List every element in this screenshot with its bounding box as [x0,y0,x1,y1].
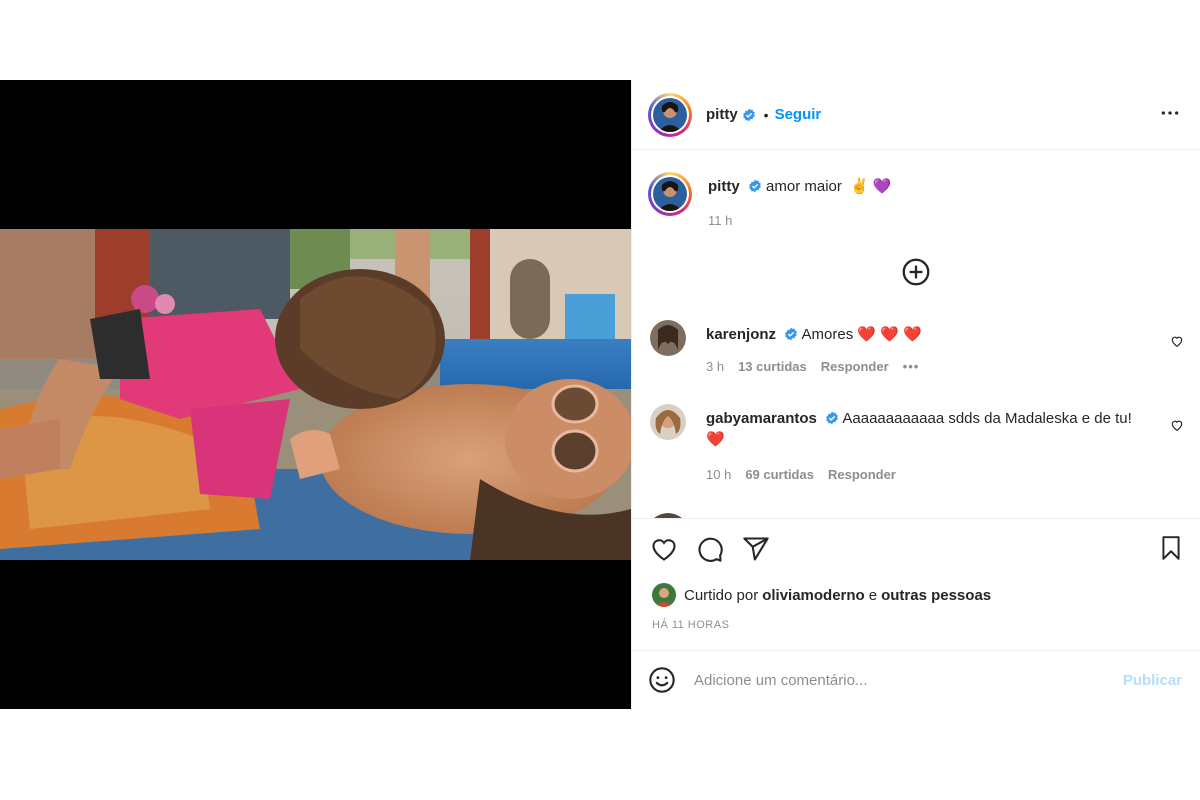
plus-circle-icon[interactable] [902,258,930,286]
commenter-avatar[interactable] [650,404,686,440]
liked-by-others[interactable]: outras pessoas [881,587,991,604]
comment-meta: 3 h 13 curtidas Responder ••• [706,359,1146,374]
comment-username[interactable]: gabyamarantos [706,410,817,427]
post-sidebar: pitty • Seguir pitty amor maior ✌️ 💜 11 … [631,80,1200,709]
liker-avatar[interactable] [652,583,676,607]
liked-by-connector: e [868,586,878,604]
caption-body: amor maior [766,178,842,195]
verified-badge-icon [749,179,761,193]
post-header: pitty • Seguir [632,80,1200,150]
heart-outline-icon[interactable] [650,535,678,563]
comment-emojis: ❤️ ❤️ ❤️ [857,326,922,343]
caption-username[interactable]: pitty [708,178,740,195]
caption-time: 11 h [708,213,733,228]
caption-text: pitty amor maior ✌️ 💜 [708,178,892,196]
liked-by-prefix: Curtido por [684,586,759,604]
comment-text: karenjonz Amores ❤️ ❤️ ❤️ [706,324,1146,345]
reply-button[interactable]: Responder [828,467,896,482]
post-actions: Curtido por oliviamoderno e outras pesso… [632,518,1200,607]
heart-outline-icon[interactable] [1170,418,1184,432]
comment-body: Amores [801,326,854,343]
comment-likes[interactable]: 13 curtidas [738,359,807,374]
caption-emojis: ✌️ 💜 [850,178,892,195]
comment-bubble-icon[interactable] [696,535,724,563]
paper-plane-icon[interactable] [742,535,770,563]
liked-by-user[interactable]: oliviamoderno [762,587,865,604]
publish-button[interactable]: Publicar [1123,672,1182,689]
comment-body: Aaaaaaaaaaaa sdds da Madaleska e de tu! [842,410,1132,427]
comment-text: gabyamarantos Aaaaaaaaaaaa sdds da Madal… [706,408,1146,450]
follow-button[interactable]: Seguir [775,106,822,123]
heart-outline-icon[interactable] [1170,334,1184,348]
reply-button[interactable]: Responder [821,359,889,374]
commenter-avatar[interactable] [650,320,686,356]
comment-options-button[interactable]: ••• [903,359,920,374]
comments-list[interactable]: pitty amor maior ✌️ 💜 11 h karenjonz Amo… [632,150,1200,518]
comment-input[interactable] [694,671,1094,689]
post-caption: pitty amor maior ✌️ 💜 11 h [648,172,1184,228]
comment-username[interactable]: karenjonz [706,326,776,343]
add-comment-bar: Publicar [632,650,1200,709]
caption-avatar[interactable] [648,172,692,216]
post-timestamp[interactable]: HÁ 11 HORAS [652,619,729,631]
verified-badge-icon [785,327,798,341]
smiley-icon[interactable] [648,666,676,694]
header-separator: • [763,106,769,123]
post-media[interactable] [0,80,631,709]
comment-item: gabyamarantos Aaaaaaaaaaaa sdds da Madal… [650,404,1184,482]
comment-meta: 10 h 69 curtidas Responder [706,467,1146,482]
instagram-post: pitty • Seguir pitty amor maior ✌️ 💜 11 … [0,80,1200,709]
comment-time[interactable]: 10 h [706,467,731,482]
verified-badge-icon [742,108,755,121]
comment-likes[interactable]: 69 curtidas [745,467,814,482]
comment-item: karenjonz Amores ❤️ ❤️ ❤️ 3 h 13 curtida… [650,320,1184,374]
author-avatar[interactable] [648,92,692,137]
comment-time[interactable]: 3 h [706,359,724,374]
bookmark-icon[interactable] [1158,535,1184,561]
post-photo [0,229,631,560]
comment-emojis: ❤️ [706,431,725,448]
verified-badge-icon [826,411,838,425]
more-horizontal-icon[interactable] [1160,103,1180,123]
likes-summary: Curtido por oliviamoderno e outras pesso… [652,583,995,607]
author-username[interactable]: pitty [706,106,738,123]
